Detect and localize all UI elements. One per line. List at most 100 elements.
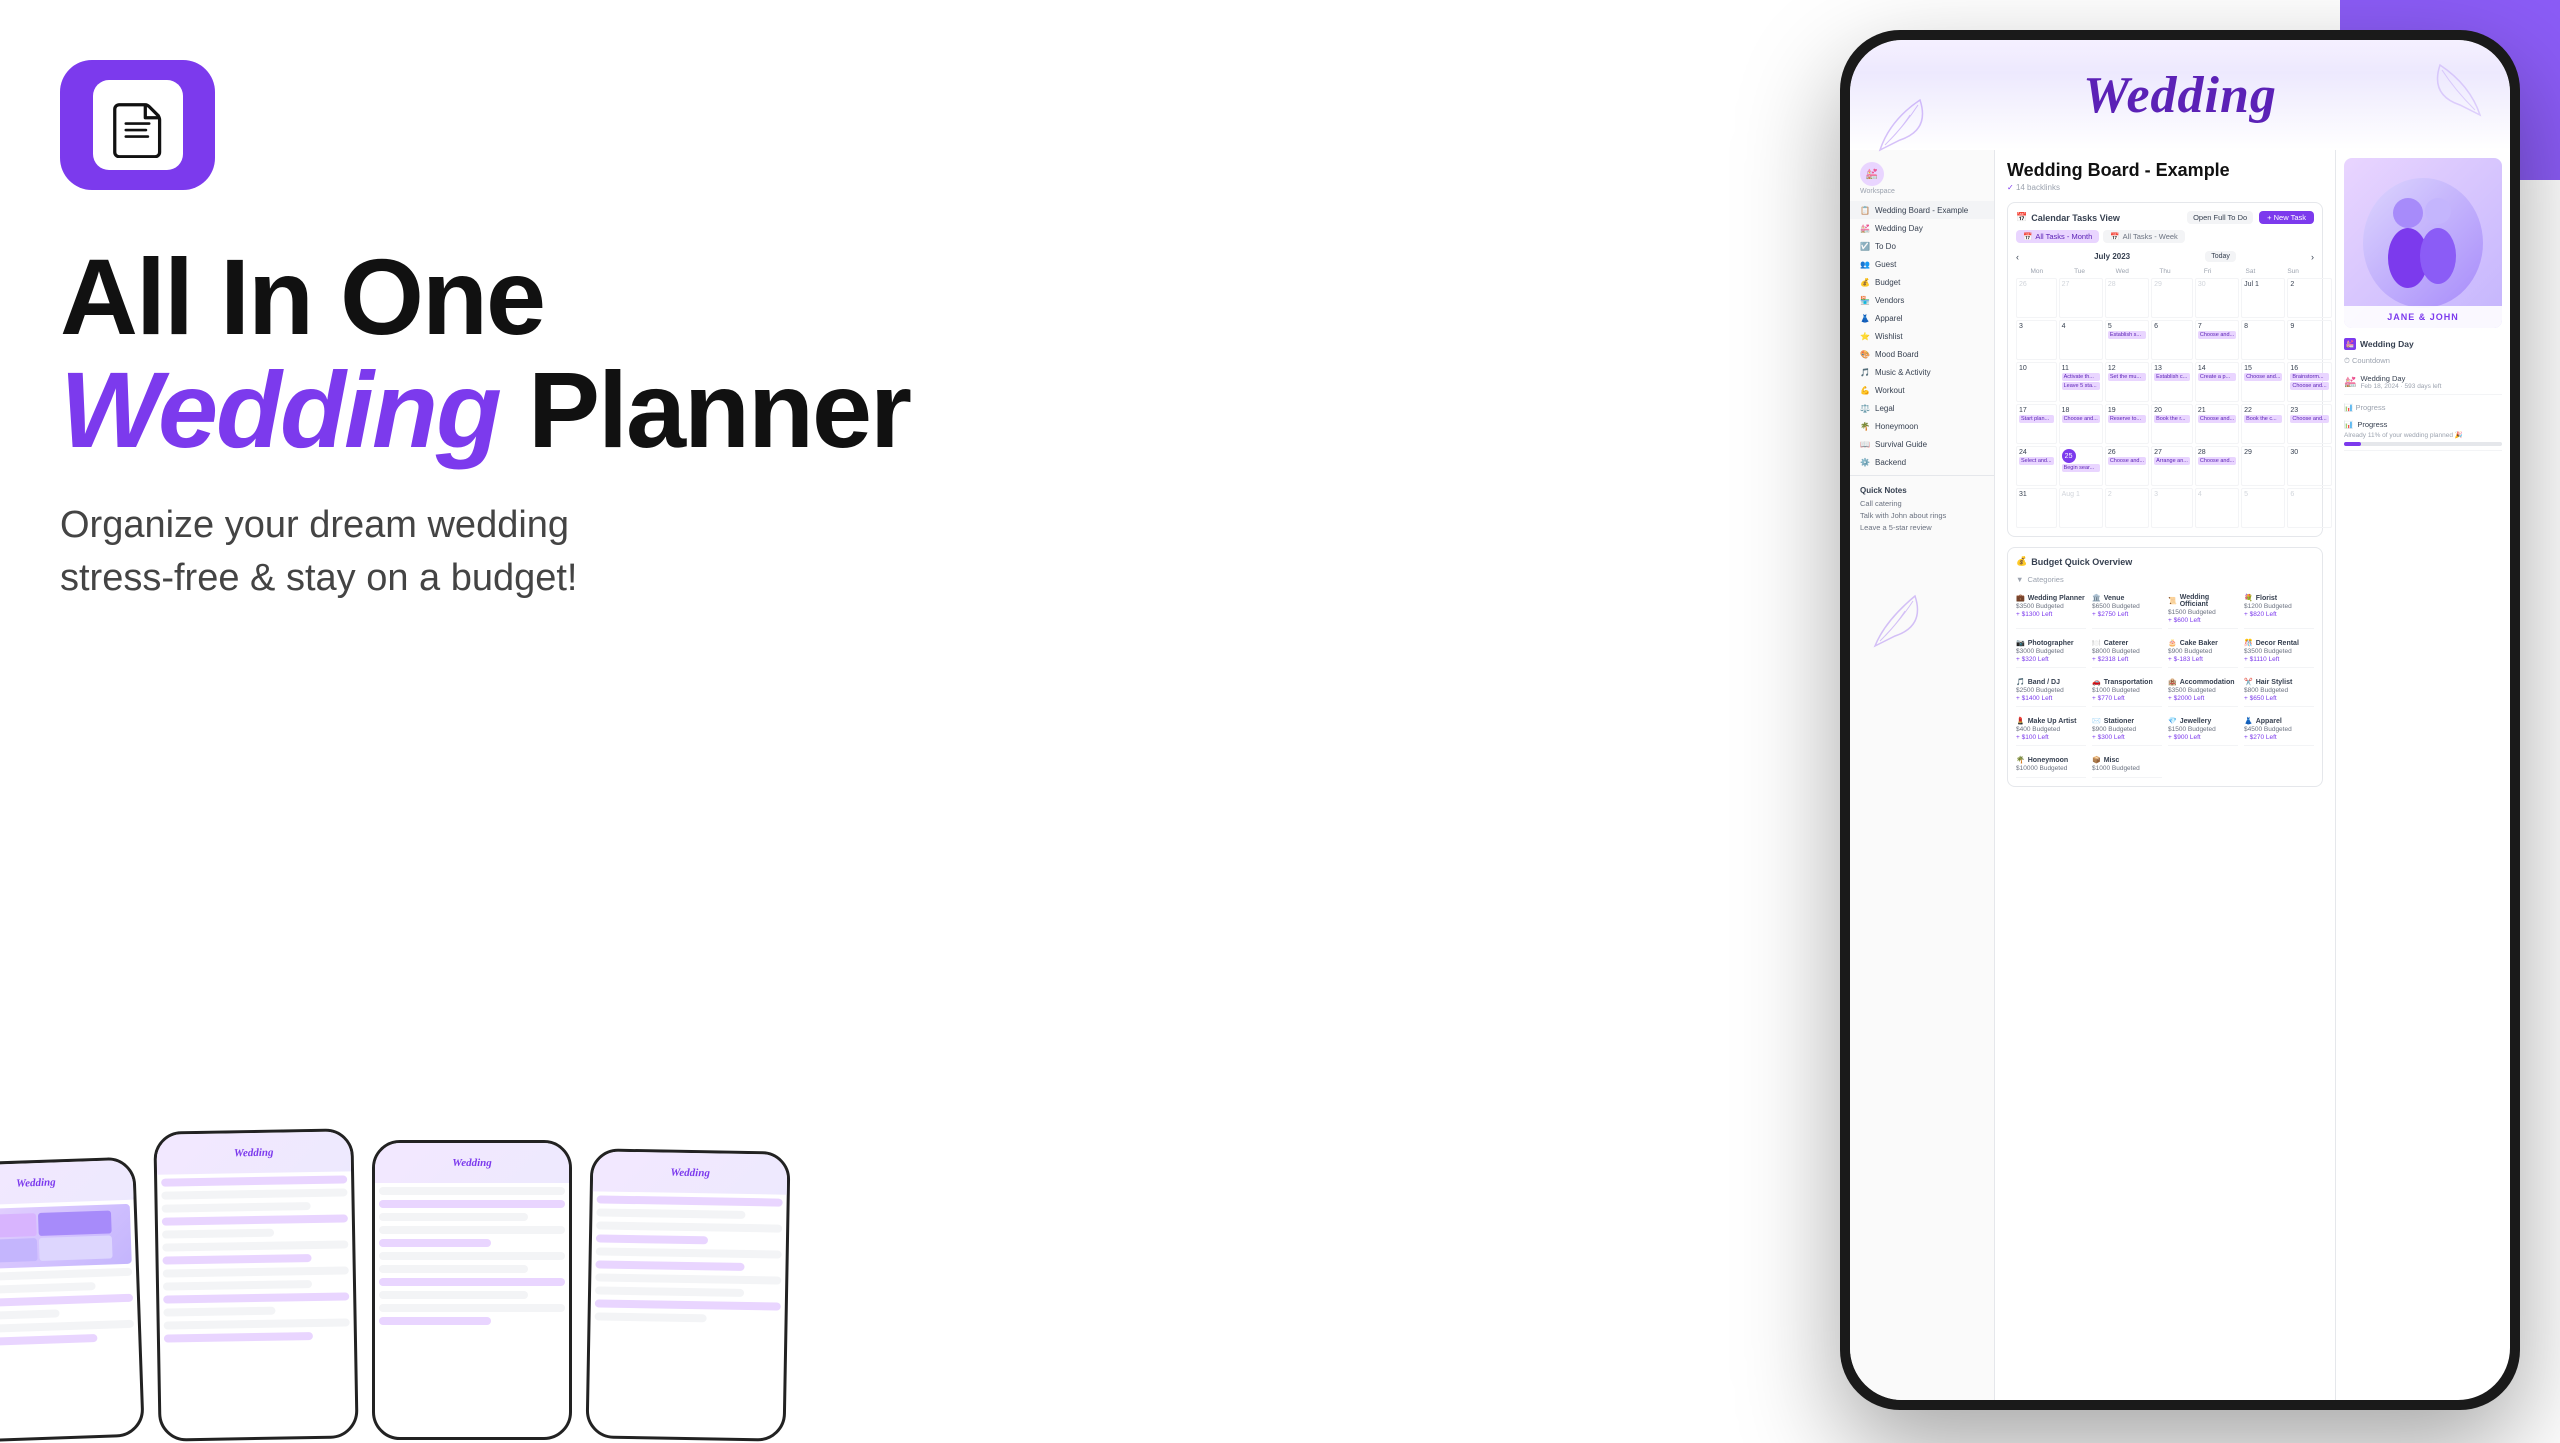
cal-event[interactable]: Choose and... [2062, 415, 2100, 423]
cal-cell[interactable]: 22Book the c... [2241, 404, 2285, 444]
cal-event[interactable]: Set the mu... [2108, 373, 2146, 381]
cal-event[interactable]: Arrange an... [2154, 457, 2190, 465]
budget-item-budget: $800 Budgeted [2244, 687, 2314, 694]
sidebar-item-vendors[interactable]: 🏪 Vendors [1850, 291, 1994, 309]
cal-cell[interactable]: 28Choose and... [2195, 446, 2239, 486]
cal-event[interactable]: Choose and... [2198, 415, 2236, 423]
sidebar-item-wishlist[interactable]: ⭐ Wishlist [1850, 327, 1994, 345]
cal-cell[interactable]: 29 [2151, 278, 2193, 318]
cal-cell[interactable]: 7Choose and... [2195, 320, 2239, 360]
sidebar-item-workout[interactable]: 💪 Workout [1850, 381, 1994, 399]
device-preview-4: Wedding [585, 1148, 790, 1441]
cal-event[interactable]: Leave 5 sta... [2062, 382, 2100, 390]
cal-next-btn[interactable]: › [2311, 252, 2314, 262]
cal-cell[interactable]: 14Create a p... [2195, 362, 2239, 402]
cal-cell[interactable]: 26 [2016, 278, 2057, 318]
phone-main-content: Wedding Board - Example ✓ 14 backlinks 📅… [1995, 150, 2335, 1400]
new-task-btn[interactable]: + New Task [2259, 211, 2314, 224]
cal-event[interactable]: Activate th... [2062, 373, 2100, 381]
cal-cell[interactable]: 25Begin sear... [2059, 446, 2103, 486]
cal-cell[interactable]: 9 [2287, 320, 2331, 360]
sidebar-item-wedding-day[interactable]: 💒 Wedding Day [1850, 219, 1994, 237]
progress-bar-bg [2344, 442, 2502, 446]
cal-cell[interactable]: 11Activate th...Leave 5 sta... [2059, 362, 2103, 402]
cal-cell[interactable]: 16Brainstorm...Choose and... [2287, 362, 2331, 402]
cal-cell[interactable]: 19Reserve to... [2105, 404, 2149, 444]
cal-event[interactable]: Choose and... [2290, 415, 2328, 423]
budget-item-left: + $270 Left [2244, 734, 2314, 741]
cal-cell[interactable]: 24Select and... [2016, 446, 2057, 486]
cal-event[interactable]: Reserve to... [2108, 415, 2146, 423]
cal-cell[interactable]: 27Arrange an... [2151, 446, 2193, 486]
cal-event[interactable]: Start plan... [2019, 415, 2054, 423]
cal-cell[interactable]: 8 [2241, 320, 2285, 360]
sidebar-item-apparel[interactable]: 👗 Apparel [1850, 309, 1994, 327]
tab-all-month[interactable]: 📅 All Tasks - Month [2016, 230, 2099, 243]
cal-cell[interactable]: 26Choose and... [2105, 446, 2149, 486]
cal-cell-num: 4 [2198, 491, 2236, 498]
cal-cell[interactable]: 3 [2016, 320, 2057, 360]
budget-item: 🌴 Honeymoon $10000 Budgeted [2016, 752, 2086, 778]
sidebar-item-moodboard[interactable]: 🎨 Mood Board [1850, 345, 1994, 363]
sidebar-item-todo[interactable]: ☑️ To Do [1850, 237, 1994, 255]
cal-event[interactable]: Establish s... [2108, 331, 2146, 339]
cal-event[interactable]: Begin sear... [2062, 464, 2100, 472]
cal-event[interactable]: Choose and... [2198, 331, 2236, 339]
sidebar-item-legal[interactable]: ⚖️ Legal [1850, 399, 1994, 417]
cal-cell-num: 27 [2062, 281, 2100, 288]
cal-cell[interactable]: 10 [2016, 362, 2057, 402]
sidebar-item-guest[interactable]: 👥 Guest [1850, 255, 1994, 273]
sidebar-item-wedding-board[interactable]: 📋 Wedding Board - Example [1850, 201, 1994, 219]
cal-cell[interactable]: 4 [2059, 320, 2103, 360]
cal-cell[interactable]: Aug 1 [2059, 488, 2103, 528]
cal-event[interactable]: Establish c... [2154, 373, 2190, 381]
cal-cell[interactable]: 23Choose and... [2287, 404, 2331, 444]
cal-event[interactable]: Choose and... [2244, 373, 2282, 381]
cal-event[interactable]: Book the c... [2244, 415, 2282, 423]
couple-photo-section: JANE & JOHN [2344, 158, 2502, 328]
calendar-grid: 2627282930Jul 12345Establish s...67Choos… [2016, 278, 2314, 528]
cal-cell[interactable]: 18Choose and... [2059, 404, 2103, 444]
cal-cell[interactable]: 15Choose and... [2241, 362, 2285, 402]
cal-today-btn[interactable]: Today [2205, 251, 2236, 262]
cal-event[interactable]: Choose and... [2198, 457, 2236, 465]
cal-cell[interactable]: 17Start plan... [2016, 404, 2057, 444]
cal-cell[interactable]: 5Establish s... [2105, 320, 2149, 360]
cal-cell[interactable]: 3 [2151, 488, 2193, 528]
sidebar-item-honeymoon[interactable]: 🌴 Honeymoon [1850, 417, 1994, 435]
sidebar-item-survival[interactable]: 📖 Survival Guide [1850, 435, 1994, 453]
cal-prev-btn[interactable]: ‹ [2016, 252, 2019, 262]
cal-event[interactable]: Select and... [2019, 457, 2054, 465]
cal-cell[interactable]: 29 [2241, 446, 2285, 486]
budget-item-title: 🎊 Decor Rental [2244, 639, 2314, 647]
cal-event[interactable]: Create a p... [2198, 373, 2236, 381]
cal-cell[interactable]: 2 [2105, 488, 2149, 528]
cal-event[interactable]: Brainstorm... [2290, 373, 2328, 381]
cal-cell[interactable]: 27 [2059, 278, 2103, 318]
cal-cell[interactable]: 4 [2195, 488, 2239, 528]
leaf-bottom-decoration [1850, 561, 1994, 666]
cal-cell[interactable]: 21Choose and... [2195, 404, 2239, 444]
sidebar-item-budget[interactable]: 💰 Budget [1850, 273, 1994, 291]
cal-event[interactable]: Choose and... [2108, 457, 2146, 465]
cal-cell[interactable]: 6 [2151, 320, 2193, 360]
cal-cell[interactable]: 28 [2105, 278, 2149, 318]
open-full-todo-btn[interactable]: Open Full To Do [2187, 211, 2253, 224]
cal-cell[interactable]: 31 [2016, 488, 2057, 528]
cal-cell[interactable]: Jul 1 [2241, 278, 2285, 318]
cal-cell[interactable]: 30 [2195, 278, 2239, 318]
cal-event[interactable]: Book the r... [2154, 415, 2190, 423]
cal-cell[interactable]: 30 [2287, 446, 2331, 486]
budget-item: 💎 Jewellery $1500 Budgeted + $900 Left [2168, 713, 2238, 746]
cal-cell[interactable]: 6 [2287, 488, 2331, 528]
sidebar-item-music[interactable]: 🎵 Music & Activity [1850, 363, 1994, 381]
cal-cell[interactable]: 12Set the mu... [2105, 362, 2149, 402]
tab-all-week[interactable]: 📅 All Tasks - Week [2103, 230, 2185, 243]
budget-item-title: 📜 Wedding Officiant [2168, 594, 2238, 608]
cal-cell[interactable]: 20Book the r... [2151, 404, 2193, 444]
cal-cell[interactable]: 2 [2287, 278, 2331, 318]
cal-cell[interactable]: 5 [2241, 488, 2285, 528]
cal-event[interactable]: Choose and... [2290, 382, 2328, 390]
sidebar-item-backend[interactable]: ⚙️ Backend [1850, 453, 1994, 471]
cal-cell[interactable]: 13Establish c... [2151, 362, 2193, 402]
